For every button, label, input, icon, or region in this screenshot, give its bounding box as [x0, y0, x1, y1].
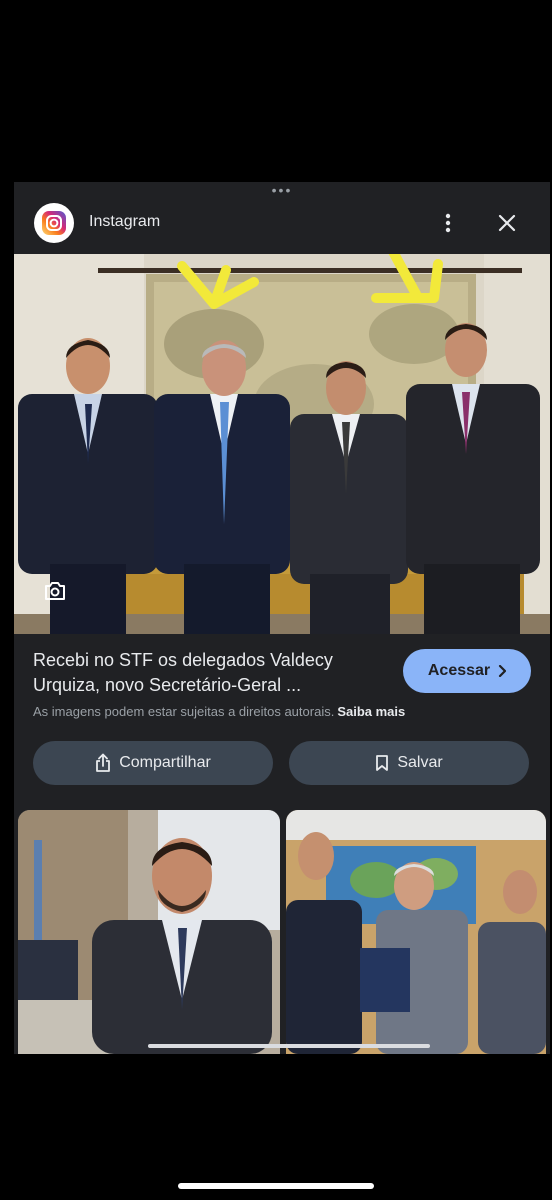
- main-image[interactable]: [14, 254, 550, 634]
- more-vert-icon: [445, 213, 451, 233]
- share-icon: [96, 753, 111, 772]
- close-icon: [498, 214, 516, 232]
- access-button-label: Acessar: [427, 662, 491, 679]
- related-image-2: [286, 810, 546, 1054]
- copyright-notice: As imagens podem estar sujeitas a direit…: [33, 704, 405, 719]
- drag-handle[interactable]: •••: [14, 183, 550, 197]
- save-button[interactable]: Salvar: [289, 741, 529, 785]
- share-button[interactable]: Compartilhar: [33, 741, 273, 785]
- related-image-1: [18, 810, 280, 1054]
- chevron-right-icon: [499, 665, 507, 677]
- gesture-bar: [148, 1044, 430, 1048]
- more-options-button[interactable]: [438, 208, 458, 238]
- lens-search-button[interactable]: [38, 574, 72, 608]
- bookmark-icon: [376, 755, 389, 771]
- learn-more-link[interactable]: Saiba mais: [337, 704, 405, 719]
- related-image-thumbnail[interactable]: [18, 810, 280, 1054]
- image-viewer-panel: ••• Instagram Recebi no STF os delegados…: [14, 182, 550, 1054]
- home-indicator[interactable]: [178, 1183, 374, 1189]
- viewer-header: Instagram: [14, 200, 550, 246]
- related-image-thumbnail[interactable]: [286, 810, 546, 1054]
- group-photo: [14, 254, 550, 634]
- result-caption[interactable]: Recebi no STF os delegados Valdecy Urqui…: [33, 648, 383, 698]
- caption-line-2: Urquiza, novo Secretário-Geral ...: [33, 675, 302, 695]
- source-app-name[interactable]: Instagram: [89, 213, 160, 231]
- access-button[interactable]: Acessar: [403, 649, 531, 693]
- close-button[interactable]: [494, 210, 520, 236]
- share-button-label: Compartilhar: [119, 754, 211, 771]
- caption-line-1: Recebi no STF os delegados Valdecy: [33, 650, 333, 670]
- save-button-label: Salvar: [397, 754, 443, 771]
- instagram-logo-icon: [34, 203, 74, 243]
- copyright-text: As imagens podem estar sujeitas a direit…: [33, 704, 335, 719]
- lens-icon: [45, 582, 65, 600]
